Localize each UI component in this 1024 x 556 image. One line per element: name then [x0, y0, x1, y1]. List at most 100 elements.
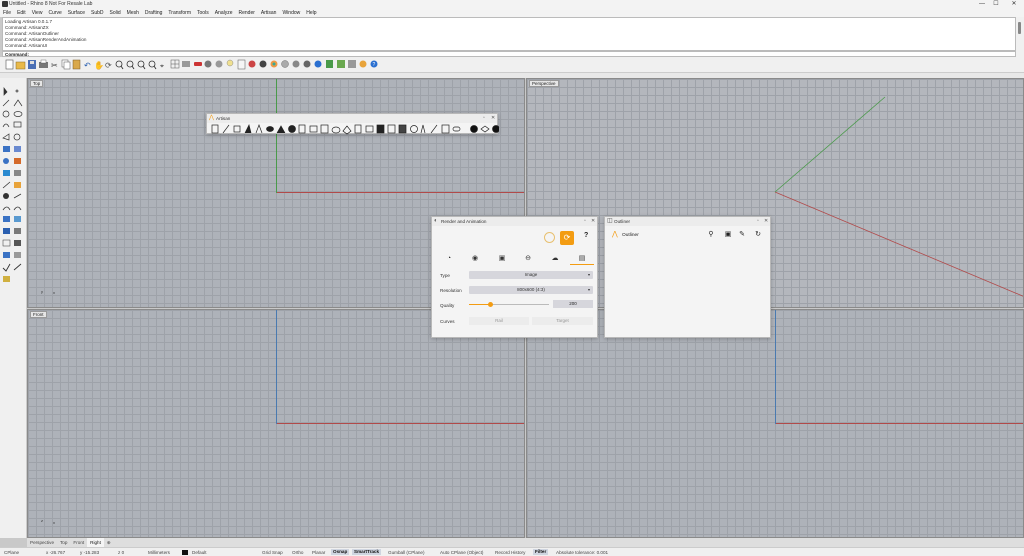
tab-top[interactable]: Top	[57, 538, 70, 547]
close-button[interactable]: ✕	[1008, 0, 1020, 9]
menu-transform[interactable]: Transform	[165, 9, 194, 16]
layer-color-swatch[interactable]	[182, 550, 188, 555]
type-select[interactable]: Image ▾	[469, 271, 593, 279]
eyedropper-icon[interactable]: ⚲	[707, 231, 715, 239]
curves-rail-field[interactable]: Rail	[469, 317, 529, 325]
grid-snap-toggle[interactable]: Grid Snap	[262, 550, 283, 555]
tab-sphere-icon[interactable]: ◉	[470, 254, 480, 264]
print-icon	[39, 59, 48, 68]
cplane-button[interactable]: CPlane	[4, 550, 19, 555]
filter-toggle[interactable]: Filter	[533, 549, 549, 555]
quality-value-field[interactable]: 200	[553, 300, 593, 308]
render-panel-logo-icon: ◐	[434, 218, 438, 224]
minimize-button[interactable]: —	[976, 0, 988, 9]
tab-cloud-icon[interactable]: ☁	[550, 254, 560, 264]
gumball-toggle[interactable]: Gumball (CPlane)	[388, 550, 425, 555]
viewport-perspective[interactable]: Perspective	[526, 78, 1024, 308]
artisan-tool-icons[interactable]	[209, 123, 499, 135]
menu-curve[interactable]: Curve	[45, 9, 64, 16]
render-panel-close-icon[interactable]: ✕	[591, 218, 595, 224]
menu-view[interactable]: View	[29, 9, 46, 16]
tab-perspective[interactable]: Perspective	[27, 538, 57, 547]
edit-pencil-icon[interactable]: ✎	[738, 231, 746, 239]
axis-z-label: z	[41, 518, 43, 523]
maximize-button[interactable]: ☐	[990, 0, 1002, 9]
osnap-toggle[interactable]: Osnap	[331, 549, 350, 555]
planar-toggle[interactable]: Planar	[312, 550, 325, 555]
render-start-button[interactable]: ⟳	[560, 231, 574, 245]
outliner-pin-icon[interactable]: ▫	[757, 218, 759, 224]
sphere-icon	[204, 60, 212, 68]
coord-y: y -15.283	[80, 550, 100, 555]
render-help-button[interactable]: ?	[584, 232, 588, 239]
svg-text:↶: ↶	[84, 61, 91, 70]
menu-render[interactable]: Render	[236, 9, 258, 16]
resolution-select[interactable]: 800x600 (4:3) ▾	[469, 286, 593, 294]
menu-mesh[interactable]: Mesh	[124, 9, 142, 16]
render-panel-title[interactable]: Render and Animation	[432, 217, 597, 226]
layer-display[interactable]: Default	[192, 550, 207, 555]
menu-file[interactable]: File	[0, 9, 14, 16]
artisan-pin-icon[interactable]: ▫	[483, 115, 485, 121]
subd-icon	[14, 170, 21, 176]
menu-drafting[interactable]: Drafting	[142, 9, 166, 16]
menu-help[interactable]: Help	[303, 9, 319, 16]
artisan-close-icon[interactable]: ✕	[491, 115, 495, 121]
viewport-right[interactable]	[526, 309, 1024, 538]
menu-subd[interactable]: SubD	[88, 9, 107, 16]
outliner-camera-icon[interactable]: ▣	[724, 231, 732, 239]
tab-environment-icon[interactable]: ⊖	[523, 254, 533, 264]
toolbar-icons[interactable]: ✂ ↶ ✋ ⟳ ⌖ ?	[5, 57, 385, 73]
tab-front[interactable]: Front	[70, 538, 87, 547]
artisan-bell-icon	[276, 125, 286, 134]
analyze-icon	[14, 252, 21, 258]
help-icon: ?	[370, 60, 378, 68]
status-bar: CPlane x -26.767 y -15.283 z 0 Millimete…	[0, 547, 1024, 556]
svg-text:✂: ✂	[51, 61, 58, 70]
render-idle-icon[interactable]	[544, 232, 555, 243]
viewport-top-label[interactable]: Top	[30, 80, 44, 87]
viewport-tabs: Perspective Top Front Right ⊕	[27, 538, 1024, 547]
command-scrollbar[interactable]	[1016, 17, 1024, 57]
outliner-close-icon[interactable]: ✕	[764, 218, 768, 224]
quality-label: Quality	[440, 303, 455, 308]
artisan-pencil-icon	[430, 124, 438, 134]
artisan-toolbar-title[interactable]: Artisan	[207, 114, 497, 123]
type-value: Image	[524, 272, 538, 277]
zoom-icon	[115, 60, 124, 70]
menu-surface[interactable]: Surface	[65, 9, 88, 16]
tab-right[interactable]: Right	[87, 538, 104, 547]
quality-slider-handle[interactable]	[488, 302, 494, 307]
fillet-icon	[2, 206, 11, 211]
render-panel-pin-icon[interactable]: ▫	[584, 218, 586, 224]
tool-icons[interactable]	[0, 84, 27, 304]
ortho-toggle[interactable]: Ortho	[292, 550, 304, 555]
viewport-front[interactable]: Front z x	[27, 309, 525, 538]
tab-material-icon[interactable]: ▣	[497, 254, 507, 264]
svg-text:⌖: ⌖	[160, 63, 164, 70]
outliner-item-label[interactable]: Outliner	[622, 233, 639, 238]
axis-y-label: y	[41, 289, 43, 294]
menu-tools[interactable]: Tools	[194, 9, 212, 16]
curves-target-field[interactable]: Target	[532, 317, 593, 325]
menu-analyze[interactable]: Analyze	[212, 9, 236, 16]
smarttrack-toggle[interactable]: SmartTrack	[352, 549, 382, 555]
menu-artisan[interactable]: Artisan	[258, 9, 280, 16]
drop-icon	[3, 193, 9, 199]
menu-solid[interactable]: Solid	[107, 9, 124, 16]
menu-edit[interactable]: Edit	[14, 9, 29, 16]
paint-icon	[3, 276, 10, 282]
units-display[interactable]: Millimeters	[148, 550, 170, 555]
artisan-image-icon	[365, 125, 374, 133]
artisan-logo-icon: ⋀	[209, 115, 214, 121]
record-history-toggle[interactable]: Record History	[495, 550, 525, 555]
auto-cplane-toggle[interactable]: Auto CPlane (Object)	[440, 550, 483, 555]
menu-window[interactable]: Window	[279, 9, 303, 16]
scrollbar-thumb[interactable]	[1018, 22, 1021, 34]
outliner-panel-title[interactable]: Outliner	[605, 217, 770, 226]
viewport-front-label[interactable]: Front	[30, 311, 47, 318]
tab-camera-icon[interactable]: ◔	[444, 254, 454, 264]
x-axis-line	[276, 192, 524, 193]
outliner-refresh-icon[interactable]: ↻	[754, 231, 762, 239]
tab-output-icon[interactable]: ▤	[577, 254, 587, 264]
